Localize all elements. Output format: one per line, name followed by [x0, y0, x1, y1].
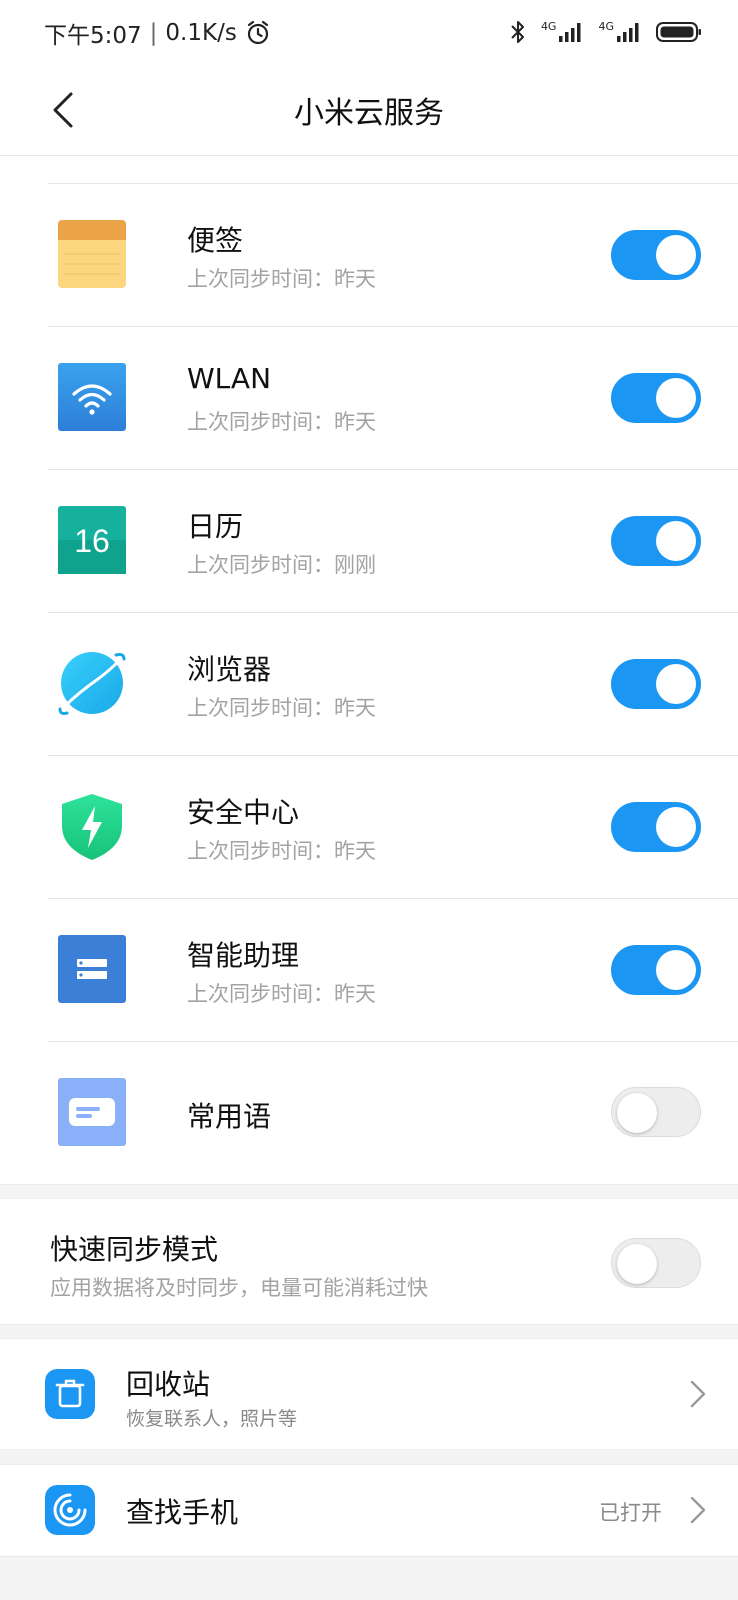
- trash-icon: [45, 1369, 95, 1419]
- bluetooth-icon: [511, 21, 524, 43]
- network-type-label: 4G: [540, 20, 557, 33]
- chevron-right-icon: [690, 1380, 706, 1408]
- find-phone-row[interactable]: 查找手机 已打开: [0, 1465, 738, 1556]
- bottom-area: [0, 1556, 738, 1600]
- section-gap: [0, 1449, 738, 1465]
- toggle-knob: [656, 664, 696, 704]
- calendar-day-number: 16: [74, 523, 110, 559]
- wifi-icon: [58, 363, 126, 431]
- item-name: 浏览器: [187, 653, 272, 686]
- item-name: 安全中心: [187, 796, 300, 829]
- status-bar: 下午5:07 | 0.1K/s 4G 4G: [0, 0, 738, 66]
- sync-list: 便签 上次同步时间：昨天 WLAN 上次同步时间：昨天 16 日历 上次同步时间…: [0, 184, 738, 1182]
- sync-item-wlan: WLAN 上次同步时间：昨天: [0, 327, 738, 470]
- signal-group-1: 4G: [541, 21, 585, 43]
- item-name: 智能助理: [187, 939, 300, 972]
- toggle-notes-sync[interactable]: [611, 230, 701, 280]
- item-name: WLAN: [187, 362, 272, 395]
- sync-item-browser: 浏览器 上次同步时间：昨天: [0, 613, 738, 756]
- sync-item-phrases: 常用语: [0, 1042, 738, 1182]
- status-right: 4G 4G: [509, 18, 702, 46]
- toggle-calendar-sync[interactable]: [611, 516, 701, 566]
- toggle-knob: [656, 378, 696, 418]
- signal-group-2: 4G: [598, 21, 642, 43]
- item-name: 日历: [187, 510, 244, 543]
- signal-icon: [559, 23, 581, 42]
- section-gap: [0, 1184, 738, 1199]
- toggle-browser-sync[interactable]: [611, 659, 701, 709]
- status-left: 下午5:07 | 0.1K/s: [44, 16, 271, 50]
- toggle-wlan-sync[interactable]: [611, 373, 701, 423]
- status-time: 下午5:07: [44, 23, 142, 49]
- chevron-right-icon: [690, 1496, 706, 1524]
- calendar-icon: 16: [58, 506, 126, 574]
- toggle-knob: [656, 235, 696, 275]
- item-name: 常用语: [187, 1100, 272, 1133]
- toggle-fast-sync[interactable]: [611, 1238, 701, 1288]
- network-type-label: 4G: [598, 20, 614, 33]
- status-separator: |: [149, 20, 158, 46]
- find-phone-status: 已打开: [599, 1501, 662, 1525]
- toggle-security-sync[interactable]: [611, 802, 701, 852]
- fast-sync-description: 应用数据将及时同步，电量可能消耗过快: [50, 1276, 428, 1300]
- fast-sync-row: 快速同步模式 应用数据将及时同步，电量可能消耗过快: [0, 1198, 738, 1324]
- signal-icon: [617, 23, 639, 42]
- item-last-sync: 上次同步时间：昨天: [187, 267, 376, 291]
- recycle-bin-description: 恢复联系人，照片等: [126, 1408, 298, 1430]
- fast-sync-title: 快速同步模式: [50, 1233, 219, 1266]
- recycle-bin-row[interactable]: 回收站 恢复联系人，照片等: [0, 1339, 738, 1449]
- item-last-sync: 上次同步时间：昨天: [187, 839, 376, 863]
- toggle-knob: [656, 521, 696, 561]
- radar-icon: [45, 1485, 95, 1535]
- toggle-phrases-sync[interactable]: [611, 1087, 701, 1137]
- security-icon: [62, 794, 122, 860]
- battery-icon: [656, 22, 701, 42]
- item-name: 便签: [187, 224, 244, 257]
- toggle-knob: [617, 1093, 657, 1133]
- toggle-knob: [656, 950, 696, 990]
- assistant-icon: [58, 935, 126, 1003]
- browser-icon: [58, 652, 126, 715]
- notes-icon: [58, 220, 126, 288]
- item-last-sync: 上次同步时间：昨天: [187, 696, 376, 720]
- sync-item-calendar: 16 日历 上次同步时间：刚刚: [0, 470, 738, 613]
- page-title: 小米云服务: [294, 96, 444, 131]
- header: 小米云服务: [0, 66, 738, 156]
- sync-item-security: 安全中心 上次同步时间：昨天: [0, 756, 738, 899]
- toggle-knob: [617, 1244, 657, 1284]
- toggle-assistant-sync[interactable]: [611, 945, 701, 995]
- find-phone-title: 查找手机: [126, 1496, 239, 1529]
- item-last-sync: 上次同步时间：昨天: [187, 410, 376, 434]
- sync-item-assistant: 智能助理 上次同步时间：昨天: [0, 899, 738, 1042]
- phrases-icon: [58, 1078, 126, 1146]
- toggle-knob: [656, 807, 696, 847]
- recycle-bin-title: 回收站: [126, 1368, 211, 1401]
- sync-item-notes: 便签 上次同步时间：昨天: [0, 184, 738, 327]
- item-last-sync: 上次同步时间：刚刚: [187, 553, 376, 577]
- network-speed: 0.1K/s: [165, 20, 237, 46]
- alarm-icon: [247, 20, 268, 45]
- item-last-sync: 上次同步时间：昨天: [187, 982, 376, 1006]
- section-gap: [0, 1324, 738, 1339]
